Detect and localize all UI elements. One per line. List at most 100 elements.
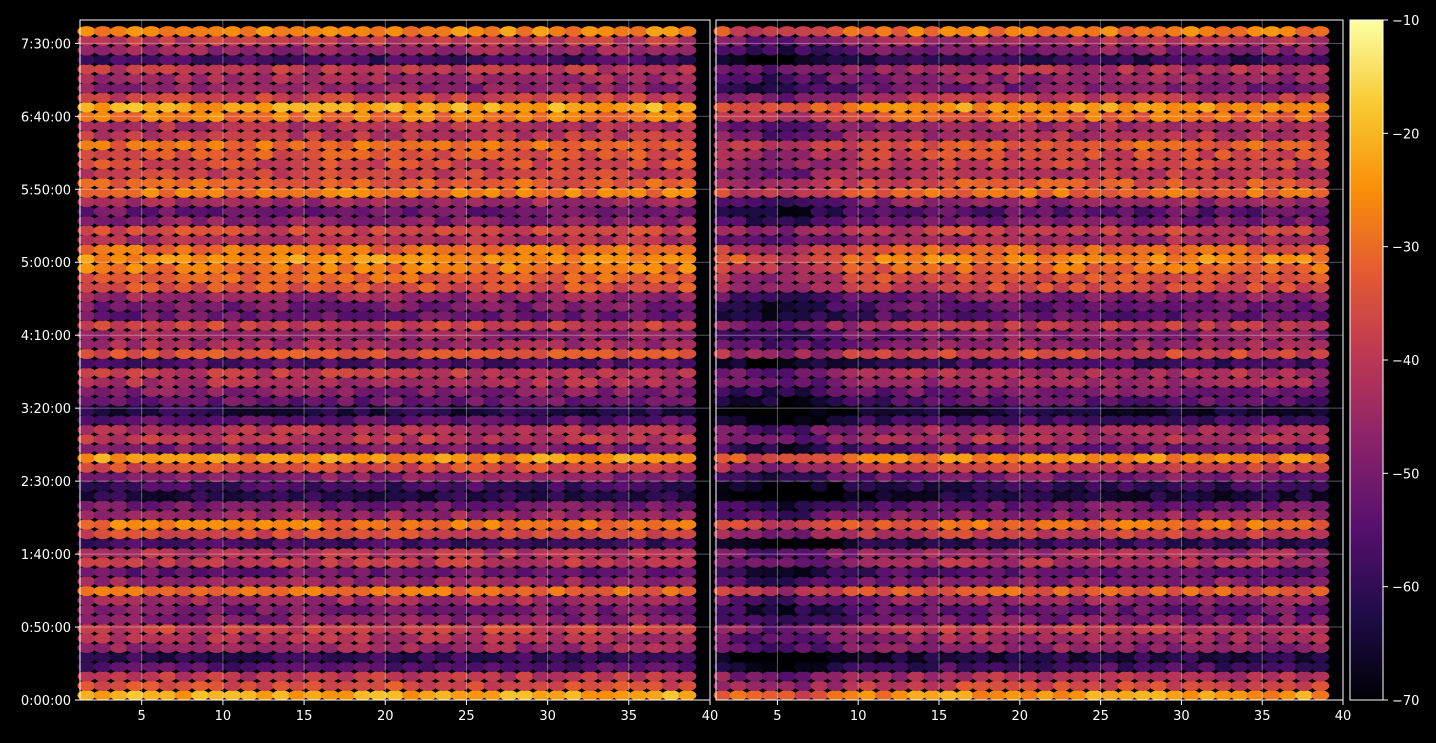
heatmap-cell [1133,396,1152,407]
heatmap-cell [402,434,421,445]
heatmap-cell [418,547,437,559]
heatmap-cell [402,26,421,37]
heatmap-cell [337,604,356,616]
heatmap-cell [158,566,177,578]
heatmap-cell [1020,652,1039,663]
heatmap-cell [939,396,958,407]
heatmap-cell [548,272,567,284]
heatmap-cell [499,272,518,284]
heatmap-cell [826,490,845,502]
heatmap-cell [661,282,681,293]
heatmap-cell [1311,566,1330,578]
heatmap-cell [483,92,502,103]
heatmap-cell [353,462,372,473]
heatmap-cell [385,377,405,388]
heatmap-cell [1295,452,1314,464]
heatmap-cell [1279,462,1298,473]
heatmap-cell [745,130,764,141]
heatmap-cell [109,614,129,625]
heatmap-cell [858,215,877,227]
heatmap-cell [745,415,764,426]
heatmap-cell [256,102,275,113]
heatmap-cell [1295,538,1314,549]
heatmap-cell [826,348,845,359]
heatmap-cell [321,690,340,701]
heatmap-cell [239,595,258,606]
heatmap-cell [515,614,535,625]
heatmap-cell [1036,652,1055,663]
heatmap-cell [499,661,518,672]
heatmap-cell [304,585,323,597]
heatmap-cell [1133,490,1152,502]
heatmap-cell [337,177,356,189]
heatmap-cell [1036,434,1055,445]
heatmap-cell [174,490,193,502]
heatmap-cell [1311,301,1330,312]
heatmap-cell [239,604,258,616]
heatmap-cell [794,633,813,644]
heatmap-cell [418,671,437,682]
heatmap-cell [826,434,845,445]
heatmap-cell [794,500,813,511]
heatmap-cell [239,405,258,416]
heatmap-cell [337,168,356,179]
heatmap-cell [515,121,535,132]
heatmap-cell [826,452,845,464]
heatmap-cell [907,547,926,559]
heatmap-cell [661,604,681,616]
heatmap-cell [794,642,813,653]
heatmap-cell [1295,500,1314,511]
heatmap-cell [321,130,340,141]
heatmap-cell [548,121,567,132]
heatmap-cell [1214,462,1233,473]
heatmap-cell [304,320,323,331]
heatmap-cell [142,424,161,435]
heatmap-cell [434,396,453,407]
heatmap-cell [891,490,910,502]
heatmap-cell [223,614,242,625]
heatmap-cell [158,633,177,644]
heatmap-cell [645,206,664,217]
heatmap-cell [499,614,518,625]
heatmap-cell [1117,595,1136,606]
heatmap-cell [1311,320,1330,331]
heatmap-cell [1198,386,1217,397]
heatmap-cell [353,396,372,407]
heatmap-cell [1311,244,1330,255]
heatmap-cell [858,234,877,246]
heatmap-cell [1198,177,1217,189]
heatmap-cell [223,339,242,350]
heatmap-cell [580,272,599,284]
heatmap-cell [1182,405,1201,416]
heatmap-cell [629,405,648,416]
heatmap-cell [1182,690,1201,701]
heatmap-cell [1182,291,1201,303]
heatmap-cell [402,509,421,521]
heatmap-cell [142,206,161,217]
heatmap-cell [158,367,177,378]
heatmap-cell [645,547,664,559]
heatmap-cell [353,519,372,530]
heatmap-cell [907,215,926,227]
heatmap-cell [1117,490,1136,502]
heatmap-cell [223,557,242,568]
heatmap-cell [158,102,177,113]
heatmap-cell [402,358,421,369]
heatmap-cell [256,462,275,473]
heatmap-cell [1117,367,1136,378]
heatmap-cell [939,519,958,530]
heatmap-figure: 5 10 15 20 25 30 35 40 5 10 15 20 25 30 35 40 0:00:00 0:5… [0,0,1436,739]
heatmap-cell [907,244,926,255]
heatmap-cell [645,234,664,246]
heatmap-cell [256,614,275,625]
heatmap-cell [402,490,421,502]
heatmap-cell [142,633,161,644]
heatmap-cell [729,623,748,635]
heatmap-cell [1069,367,1087,378]
heatmap-cell [418,538,437,549]
heatmap-cell [93,92,112,103]
heatmap-cell [1198,509,1217,521]
heatmap-cell [564,310,583,322]
heatmap-cell [467,585,486,597]
heatmap-cell [1149,291,1168,303]
